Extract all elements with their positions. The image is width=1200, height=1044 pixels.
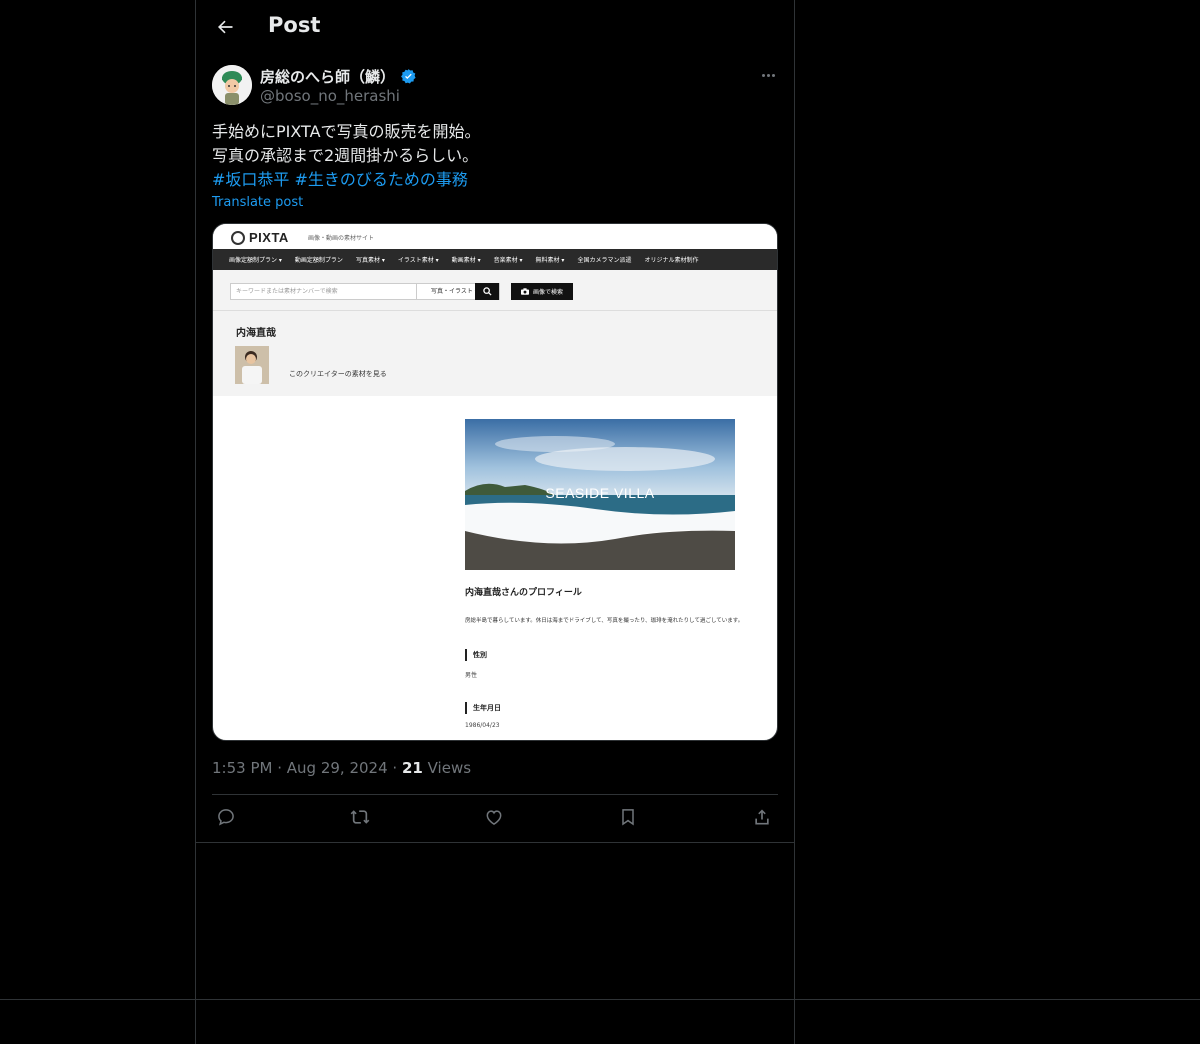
page-bottom-divider bbox=[0, 999, 1200, 1000]
bookmark-icon bbox=[622, 809, 634, 826]
back-button[interactable] bbox=[210, 12, 240, 42]
pixta-nav-item: 動画定額制プラン bbox=[294, 257, 343, 264]
pixta-nav-item: 動画素材 ▾ bbox=[451, 257, 481, 264]
camera-icon bbox=[520, 288, 529, 295]
right-column-border bbox=[794, 0, 795, 1044]
pixta-nav-item: 無料素材 ▾ bbox=[535, 257, 565, 264]
post-hashtags: #坂口恭平 #生きのびるための事務 bbox=[212, 168, 772, 192]
pixta-birth-value: 1986/04/23 bbox=[465, 722, 500, 729]
pixta-gender-label: 性別 bbox=[465, 649, 487, 661]
like-icon bbox=[486, 810, 502, 825]
views-count: 21 bbox=[401, 759, 423, 777]
pixta-hero-image: SEASIDE VILLA bbox=[465, 419, 735, 570]
more-icon bbox=[761, 73, 775, 77]
author-handle[interactable]: @boso_no_herashi bbox=[260, 87, 400, 105]
pixta-header: PIXTA 画像・動画の素材サイト bbox=[213, 224, 777, 249]
pixta-gender-value: 男性 bbox=[465, 672, 478, 679]
pixta-nav-item: 画像定額制プラン ▾ bbox=[229, 257, 282, 264]
pixta-profile-text: 房総半島で暮らしています。休日は海までドライブして、写真を撮ったり、珈琲を淹れた… bbox=[465, 618, 744, 624]
pixta-image-search-button: 画像で検索 bbox=[511, 283, 573, 300]
post-line-1: 手始めにPIXTAで写真の販売を開始。 bbox=[212, 122, 481, 141]
pixta-creator-link: このクリエイターの素材を見る bbox=[289, 370, 387, 378]
pixta-creator-section: キーワードまたは素材ナンバーで検索 写真・イラスト ▾ 画像で検索 内海直哉 こ… bbox=[213, 270, 777, 396]
meta-separator: · bbox=[392, 759, 402, 777]
hashtag-link[interactable]: #坂口恭平 bbox=[212, 170, 289, 189]
retweet-button[interactable] bbox=[350, 807, 374, 831]
pixta-nav-item: 全国カメラマン派遣 bbox=[577, 257, 632, 264]
pixta-birth-label: 生年月日 bbox=[465, 702, 501, 714]
share-button[interactable] bbox=[752, 807, 776, 831]
post-metadata: 1:53 PM · Aug 29, 2024 · 21 Views bbox=[212, 759, 471, 777]
post-text: 手始めにPIXTAで写真の販売を開始。 写真の承認まで2週間掛かるらしい。 #坂… bbox=[212, 120, 772, 192]
pixta-logo: PIXTA bbox=[231, 230, 289, 245]
hashtag-link[interactable]: #生きのびるための事務 bbox=[295, 170, 468, 189]
post-time[interactable]: 1:53 PM bbox=[212, 759, 272, 777]
pixta-tagline: 画像・動画の素材サイト bbox=[308, 235, 375, 242]
pixta-profile-heading: 内海直哉さんのプロフィール bbox=[465, 588, 582, 598]
page-title: Post bbox=[268, 13, 321, 37]
pixta-image-search-label: 画像で検索 bbox=[532, 289, 563, 296]
bookmark-button[interactable] bbox=[618, 807, 642, 831]
pixta-hero-title: SEASIDE VILLA bbox=[545, 485, 655, 501]
author-avatar[interactable] bbox=[212, 65, 252, 105]
pixta-search-button bbox=[475, 283, 499, 300]
actions-top-divider bbox=[212, 794, 778, 795]
pixta-nav-item: 写真素材 ▾ bbox=[355, 257, 385, 264]
views-label: Views bbox=[427, 759, 472, 777]
reply-button[interactable] bbox=[216, 807, 240, 831]
post-media-image[interactable]: PIXTA 画像・動画の素材サイト 画像定額制プラン ▾ 動画定額制プラン 写真… bbox=[212, 223, 778, 741]
post-bottom-divider bbox=[196, 842, 794, 843]
pixta-nav-item: 音楽素材 ▾ bbox=[493, 257, 523, 264]
author-name[interactable]: 房総のへら師（鱗） bbox=[260, 66, 417, 87]
pixta-nav: 画像定額制プラン ▾ 動画定額制プラン 写真素材 ▾ イラスト素材 ▾ 動画素材… bbox=[213, 249, 777, 270]
pixta-divider bbox=[213, 310, 777, 311]
post-header: Post bbox=[196, 0, 794, 54]
pixta-creator-name: 内海直哉 bbox=[236, 328, 276, 339]
pixta-creator-photo bbox=[235, 346, 269, 384]
back-arrow-icon bbox=[218, 20, 233, 34]
post-line-2: 写真の承認まで2週間掛かるらしい。 bbox=[212, 146, 479, 165]
verified-badge-icon bbox=[401, 69, 416, 84]
author-name-text[interactable]: 房総のへら師（鱗） bbox=[260, 66, 395, 87]
more-options-button[interactable] bbox=[757, 66, 779, 84]
search-icon bbox=[482, 287, 492, 296]
post-date[interactable]: Aug 29, 2024 bbox=[287, 759, 388, 777]
post-actions bbox=[212, 805, 778, 833]
like-button[interactable] bbox=[484, 807, 508, 831]
pixta-search-placeholder: キーワードまたは素材ナンバーで検索 bbox=[236, 288, 338, 295]
pixta-nav-item: オリジナル素材制作 bbox=[644, 257, 699, 264]
left-column-border bbox=[195, 0, 196, 1044]
reply-icon bbox=[218, 809, 234, 826]
retweet-icon bbox=[350, 810, 370, 824]
translate-post-link[interactable]: Translate post bbox=[212, 195, 303, 210]
meta-separator: · bbox=[277, 759, 287, 777]
pixta-nav-item: イラスト素材 ▾ bbox=[397, 257, 439, 264]
share-icon bbox=[755, 809, 769, 825]
pixta-logo-mark-icon bbox=[231, 230, 245, 245]
pixta-search-input: キーワードまたは素材ナンバーで検索 写真・イラスト ▾ bbox=[230, 283, 500, 300]
pixta-logo-text: PIXTA bbox=[249, 230, 289, 245]
